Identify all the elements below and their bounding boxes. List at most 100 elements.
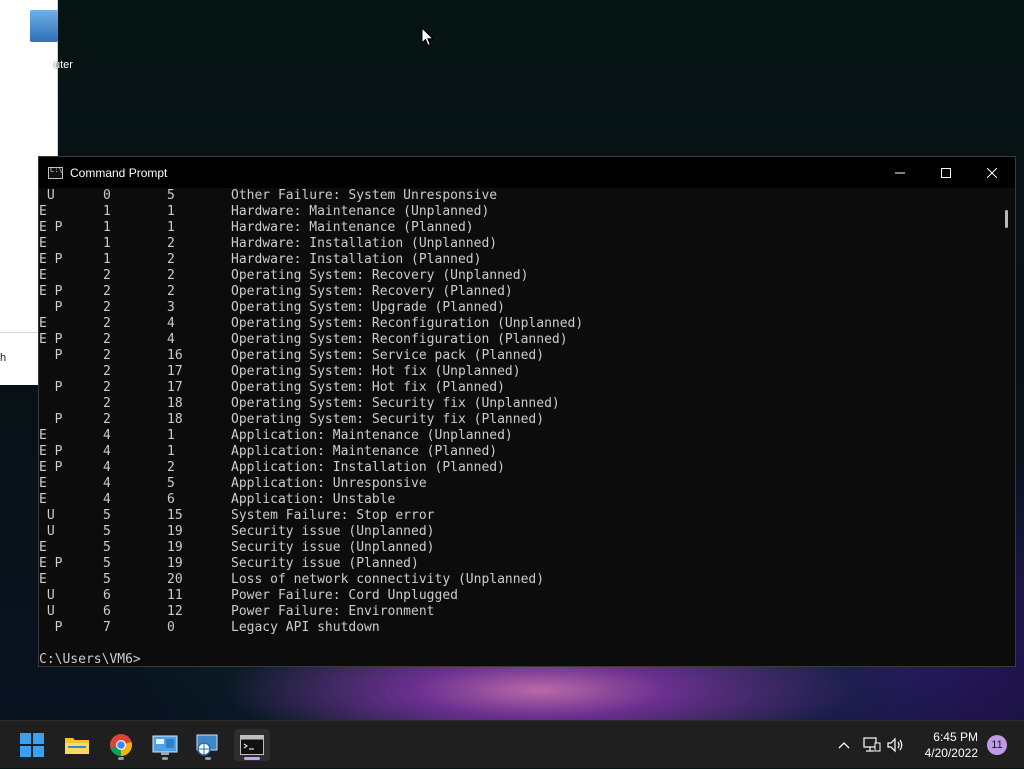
minimize-icon <box>895 172 905 173</box>
show-hidden-icons-button[interactable] <box>834 735 854 755</box>
chrome-icon <box>110 734 132 756</box>
computer-icon[interactable] <box>30 10 58 42</box>
network-tool-button[interactable] <box>190 729 226 761</box>
background-window-text: h <box>0 352 7 364</box>
minor-code: 1 <box>167 444 175 459</box>
flag-column: E <box>39 428 47 443</box>
flag-column: U <box>39 188 55 203</box>
major-code: 2 <box>103 316 111 331</box>
minor-code: 0 <box>167 620 175 635</box>
minor-code: 1 <box>167 204 175 219</box>
console-line: P 2 17 Operating System: Hot fix (Planned) <box>39 380 1001 396</box>
flag-column: P <box>39 380 63 395</box>
minor-code: 20 <box>167 572 183 587</box>
console-line: E 4 1 Application: Maintenance (Unplanned) <box>39 428 1001 444</box>
close-button[interactable] <box>969 157 1015 188</box>
flag-column: U <box>39 588 55 603</box>
notification-badge[interactable]: 11 <box>987 735 1007 755</box>
reason-description: Operating System: Hot fix (Unplanned) <box>231 364 521 379</box>
minor-code: 3 <box>167 300 175 315</box>
control-panel-icon <box>152 735 178 755</box>
chrome-button[interactable] <box>103 729 139 761</box>
flag-column: E <box>39 268 47 283</box>
volume-button[interactable] <box>886 735 906 755</box>
reason-description: Security issue (Unplanned) <box>231 540 435 555</box>
cmd-icon <box>240 735 264 755</box>
reason-description: Application: Unresponsive <box>231 476 427 491</box>
console-line: E 5 20 Loss of network connectivity (Unplan… <box>39 572 1001 588</box>
console-line: E 2 2 Operating System: Recovery (Unplanned… <box>39 268 1001 284</box>
title-bar[interactable]: Command Prompt <box>39 157 1015 188</box>
reason-description: Application: Maintenance (Unplanned) <box>231 428 513 443</box>
console-line: E P 5 19 Security issue (Planned) <box>39 556 1001 572</box>
command-prompt-taskbar-button[interactable] <box>234 729 270 761</box>
desktop-icon-label[interactable]: uter <box>54 59 73 71</box>
running-indicator <box>162 757 168 760</box>
major-code: 0 <box>103 188 111 203</box>
major-code: 4 <box>103 460 111 475</box>
console-output[interactable]: U 0 5 Other Failure: System Unresponsive E 1 1… <box>39 188 1001 666</box>
minor-code: 4 <box>167 332 175 347</box>
flag-column: E <box>39 316 47 331</box>
folder-icon <box>65 738 89 754</box>
major-code: 4 <box>103 444 111 459</box>
minor-code: 19 <box>167 540 183 555</box>
command-prompt-line[interactable]: C:\Users\VM6> <box>39 652 1001 666</box>
console-line: E 1 1 Hardware: Maintenance (Unplanned) <box>39 204 1001 220</box>
command-prompt-window[interactable]: Command Prompt U 0 5 Other Failure: System … <box>38 156 1016 667</box>
flag-column: E <box>39 476 47 491</box>
reason-description: Hardware: Maintenance (Planned) <box>231 220 474 235</box>
flag-column: P <box>39 620 63 635</box>
cmd-icon <box>48 166 63 179</box>
maximize-icon <box>941 167 951 178</box>
reason-description: Operating System: Security fix (Unplanne… <box>231 396 560 411</box>
minor-code: 5 <box>167 188 175 203</box>
file-explorer-button[interactable] <box>59 729 95 761</box>
active-indicator <box>244 757 260 760</box>
flag-column: E P <box>39 444 63 459</box>
reason-description: Operating System: Service pack (Planned) <box>231 348 545 363</box>
system-clock[interactable]: 6:45 PM 4/20/2022 <box>925 729 978 761</box>
reason-description: Hardware: Installation (Planned) <box>231 252 482 267</box>
reason-description: Application: Installation (Planned) <box>231 460 505 475</box>
major-code: 2 <box>103 300 111 315</box>
console-line: E P 4 2 Application: Installation (Planned) <box>39 460 1001 476</box>
minor-code: 1 <box>167 428 175 443</box>
major-code: 5 <box>103 556 111 571</box>
major-code: 2 <box>103 348 111 363</box>
reason-description: Operating System: Reconfiguration (Unpla… <box>231 316 584 331</box>
network-icon <box>863 737 881 752</box>
flag-column: E <box>39 236 47 251</box>
minor-code: 11 <box>167 588 183 603</box>
clock-date: 4/20/2022 <box>924 746 978 760</box>
network-status-button[interactable] <box>862 735 882 755</box>
start-button[interactable] <box>14 729 50 761</box>
maximize-button[interactable] <box>923 157 969 188</box>
reason-description: Operating System: Recovery (Planned) <box>231 284 513 299</box>
major-code: 6 <box>103 588 111 603</box>
reason-description: Operating System: Reconfiguration (Plann… <box>231 332 568 347</box>
vertical-scrollbar[interactable] <box>999 188 1015 666</box>
flag-column: E P <box>39 220 63 235</box>
reason-description: Loss of network connectivity (Unplanned) <box>231 572 545 587</box>
flag-column: E <box>39 204 47 219</box>
console-line: E P 2 4 Operating System: Reconfiguration (… <box>39 332 1001 348</box>
flag-column: E P <box>39 332 63 347</box>
console-line: E 4 6 Application: Unstable <box>39 492 1001 508</box>
flag-column: E P <box>39 252 63 267</box>
console-line: U 5 19 Security issue (Unplanned) <box>39 524 1001 540</box>
flag-column: E <box>39 540 47 555</box>
scrollbar-thumb[interactable] <box>1005 210 1008 228</box>
major-code: 7 <box>103 620 111 635</box>
windows-logo-icon <box>20 733 44 757</box>
mouse-cursor-icon <box>421 27 435 47</box>
running-indicator <box>205 757 211 760</box>
reason-description: Security issue (Planned) <box>231 556 419 571</box>
console-line: P 2 18 Operating System: Security fix (Plan… <box>39 412 1001 428</box>
control-panel-button[interactable] <box>147 729 183 761</box>
minor-code: 2 <box>167 252 175 267</box>
reason-description: Other Failure: System Unresponsive <box>231 188 498 203</box>
minor-code: 5 <box>167 476 175 491</box>
minimize-button[interactable] <box>877 157 923 188</box>
